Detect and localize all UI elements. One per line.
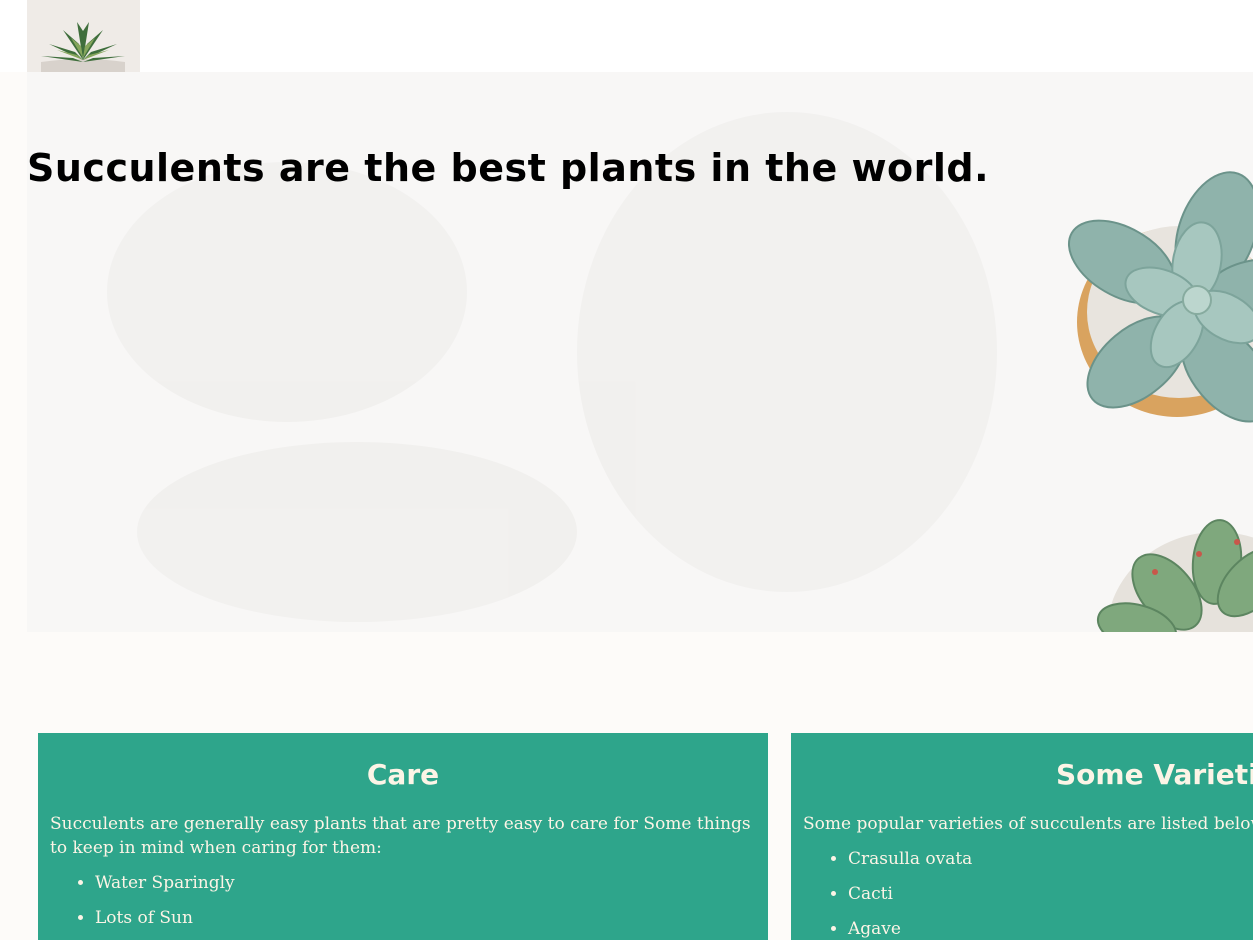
varieties-heading: Some Varieties [1056,758,1253,791]
list-item: Water Sparingly [95,866,756,901]
list-item: Crasulla ovata [848,842,1253,877]
care-text: Succulents are generally easy plants tha… [50,814,751,858]
varieties-list: Crasulla ovata Cacti Agave [803,842,1253,940]
varieties-text: Some popular varieties of succulents are… [803,814,1253,834]
page-title: Succulents are the best plants in the wo… [27,146,990,190]
varieties-card: Some Varieties Some popular varieties of… [791,733,1253,940]
page: Succulents are the best plants in the wo… [0,0,1253,940]
list-item: Agave [848,912,1253,940]
succulent-logo-icon[interactable] [27,0,140,72]
care-list: Water Sparingly Lots of Sun [50,866,756,936]
list-item: Cacti [848,877,1253,912]
care-card: Care Succulents are generally easy plant… [38,733,768,940]
list-item: Lots of Sun [95,901,756,936]
care-heading: Care [366,758,440,791]
